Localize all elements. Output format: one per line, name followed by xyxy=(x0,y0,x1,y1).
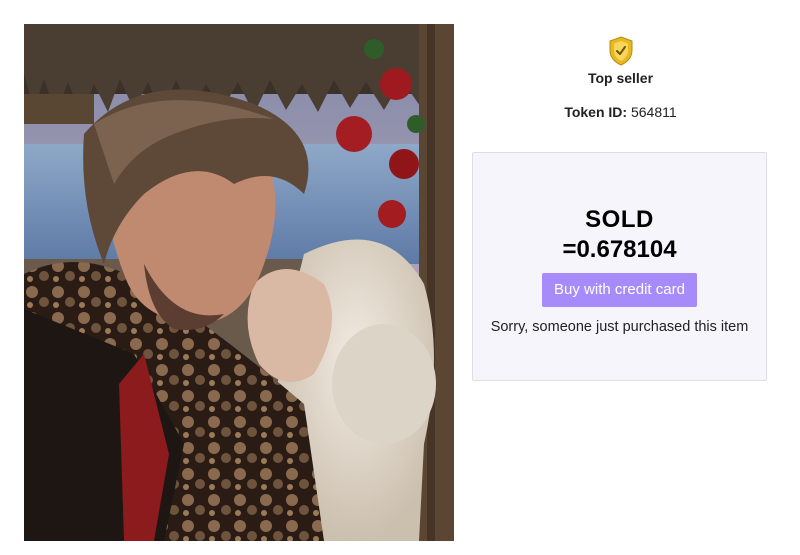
price-value: =0.678104 xyxy=(562,236,677,263)
seller-label: Top seller xyxy=(587,70,654,86)
sale-panel: SOLD =0.678104 Buy with credit card Sorr… xyxy=(472,152,767,381)
shield-check-icon xyxy=(609,36,632,66)
token-id: Token ID: 564811 xyxy=(472,104,769,120)
seller-info: Top seller xyxy=(472,36,769,86)
sold-status: SOLD xyxy=(585,206,654,233)
token-id-label: Token ID: xyxy=(564,104,628,120)
buy-with-credit-card-button[interactable]: Buy with credit card xyxy=(542,273,697,307)
sold-notice: Sorry, someone just purchased this item xyxy=(490,319,749,335)
artwork-image xyxy=(24,24,454,541)
artwork-illustration xyxy=(24,24,454,541)
token-id-value: 564811 xyxy=(630,104,677,120)
